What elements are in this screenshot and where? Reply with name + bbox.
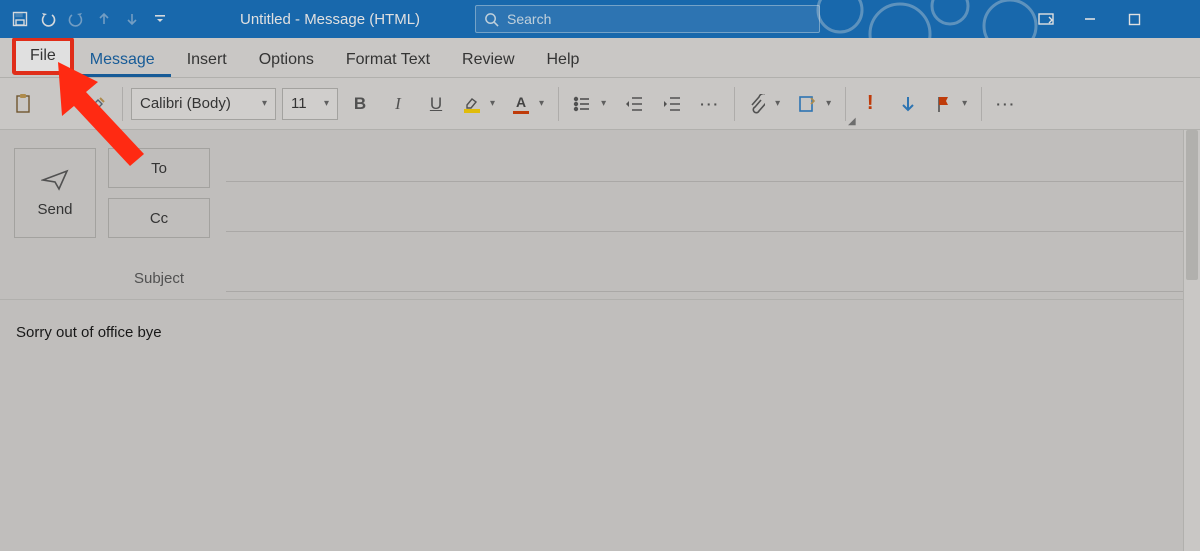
search-icon — [484, 12, 499, 27]
bullets-button[interactable]: ▾ — [567, 87, 612, 121]
low-importance-button[interactable] — [892, 87, 924, 121]
send-icon — [41, 169, 69, 191]
search-placeholder: Search — [507, 11, 551, 27]
tab-format-text[interactable]: Format Text — [330, 41, 446, 77]
quick-access-toolbar — [0, 5, 174, 33]
more-formatting-button[interactable]: ··· — [694, 87, 726, 121]
recipient-fields: To Cc Subject — [108, 148, 1200, 299]
customize-qat-icon[interactable] — [146, 5, 174, 33]
chevron-down-icon: ▾ — [324, 98, 329, 109]
italic-button[interactable]: I — [382, 87, 414, 121]
underline-button[interactable]: U — [420, 87, 452, 121]
increase-indent-button[interactable] — [656, 87, 688, 121]
tab-message[interactable]: Message — [74, 41, 171, 77]
cc-button[interactable]: Cc — [108, 198, 210, 238]
search-box[interactable]: Search — [475, 5, 820, 33]
tab-review[interactable]: Review — [446, 41, 530, 77]
font-color-a-icon: A — [516, 94, 526, 110]
ribbon-display-options-icon[interactable] — [1024, 0, 1068, 38]
subject-input[interactable] — [226, 264, 1200, 292]
cc-input[interactable] — [226, 204, 1200, 232]
dialog-launcher-icon[interactable]: ◢ — [848, 116, 856, 127]
titlebar-decoration — [810, 0, 1040, 38]
attach-file-button[interactable]: ▾ — [743, 87, 786, 121]
highlight-color-button[interactable]: ▾ — [458, 87, 501, 121]
paste-dropdown[interactable]: ▾ — [46, 87, 76, 121]
window-title: Untitled - Message (HTML) — [240, 0, 420, 38]
body-text: Sorry out of office bye — [16, 324, 162, 341]
subject-label: Subject — [108, 270, 210, 287]
font-size-combo[interactable]: 11 ▾ — [282, 88, 338, 120]
bold-button[interactable]: B — [344, 87, 376, 121]
flag-icon — [936, 95, 952, 113]
scrollbar-thumb[interactable] — [1186, 130, 1198, 280]
send-label: Send — [37, 201, 72, 218]
decrease-indent-button[interactable] — [618, 87, 650, 121]
redo-icon[interactable] — [62, 5, 90, 33]
arrow-down-icon — [900, 95, 916, 113]
bullet-list-icon — [573, 96, 591, 112]
high-importance-button[interactable]: ! — [854, 87, 886, 121]
undo-icon[interactable] — [34, 5, 62, 33]
tab-help[interactable]: Help — [531, 41, 596, 77]
format-painter-button[interactable] — [82, 87, 114, 121]
title-bar: Untitled - Message (HTML) Search × — [0, 0, 1200, 38]
separator — [558, 87, 559, 121]
minimize-icon[interactable] — [1068, 0, 1112, 38]
font-size-value: 11 — [291, 95, 307, 112]
tab-file[interactable]: File — [12, 37, 74, 75]
tab-insert[interactable]: Insert — [171, 41, 243, 77]
paste-button[interactable] — [8, 87, 40, 121]
ribbon: ▾ Calibri (Body) ▾ 11 ▾ B I U ▾ A ▾ — [0, 78, 1200, 130]
signature-icon — [798, 95, 816, 113]
to-button[interactable]: To — [108, 148, 210, 188]
compose-header: Send To Cc Subject — [0, 130, 1200, 300]
ribbon-tabs: File Message Insert Options Format Text … — [0, 38, 1200, 78]
follow-up-flag-button[interactable]: ▾ — [930, 87, 973, 121]
separator — [734, 87, 735, 121]
prev-item-icon[interactable] — [90, 5, 118, 33]
font-name-value: Calibri (Body) — [140, 95, 231, 112]
message-body[interactable]: Sorry out of office bye — [0, 300, 1200, 365]
ribbon-overflow-button[interactable]: ··· — [990, 87, 1022, 121]
separator — [122, 87, 123, 121]
vertical-scrollbar[interactable] — [1183, 130, 1200, 551]
send-button[interactable]: Send — [14, 148, 96, 238]
font-name-combo[interactable]: Calibri (Body) ▾ — [131, 88, 276, 120]
tab-options[interactable]: Options — [243, 41, 330, 77]
to-input[interactable] — [226, 154, 1200, 182]
chevron-down-icon: ▾ — [262, 98, 267, 109]
separator — [845, 87, 846, 121]
highlighter-icon — [464, 95, 480, 109]
save-icon[interactable] — [6, 5, 34, 33]
paperclip-icon — [749, 94, 765, 114]
signature-button[interactable]: ▾ — [792, 87, 837, 121]
maximize-icon[interactable] — [1112, 0, 1156, 38]
next-item-icon[interactable] — [118, 5, 146, 33]
separator — [981, 87, 982, 121]
window-controls: × — [1024, 0, 1200, 38]
font-color-button[interactable]: A ▾ — [507, 87, 550, 121]
